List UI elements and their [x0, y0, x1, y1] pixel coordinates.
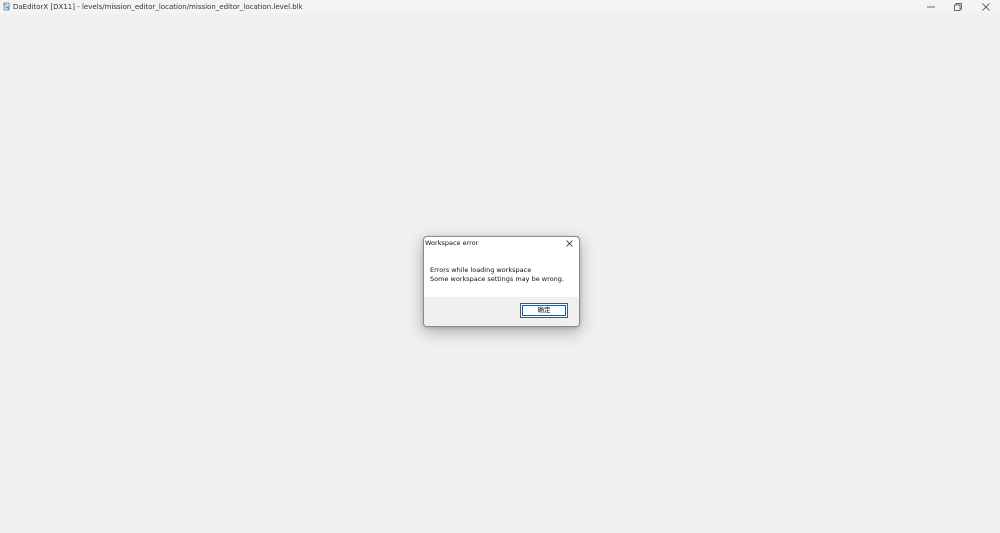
dialog-footer: 确定 — [424, 297, 579, 326]
dialog-title: Workspace error — [425, 239, 479, 247]
dialog-message-line1: Errors while loading workspace — [430, 266, 532, 274]
dialog-close-button[interactable] — [564, 238, 575, 248]
editor-window: DaEditorX [DX11] - levels/mission_editor… — [0, 0, 1000, 533]
minimize-icon — [927, 6, 935, 8]
dialog-message: Errors while loading workspace Some work… — [430, 266, 564, 284]
ok-button[interactable]: 确定 — [520, 303, 568, 318]
restore-button[interactable] — [945, 0, 971, 14]
dialog-message-line2: Some workspace settings may be wrong. — [430, 275, 564, 283]
window-titlebar[interactable]: DaEditorX [DX11] - levels/mission_editor… — [0, 0, 1000, 14]
window-close-button[interactable] — [973, 0, 999, 14]
close-icon — [566, 239, 573, 247]
app-icon — [3, 2, 10, 11]
workspace-error-dialog: Workspace error Errors while loading wor… — [423, 236, 580, 327]
close-icon — [982, 3, 990, 11]
restore-icon — [954, 3, 962, 11]
minimize-button[interactable] — [918, 0, 944, 14]
window-title: DaEditorX [DX11] - levels/mission_editor… — [13, 3, 303, 11]
dialog-titlebar[interactable]: Workspace error — [424, 237, 579, 249]
